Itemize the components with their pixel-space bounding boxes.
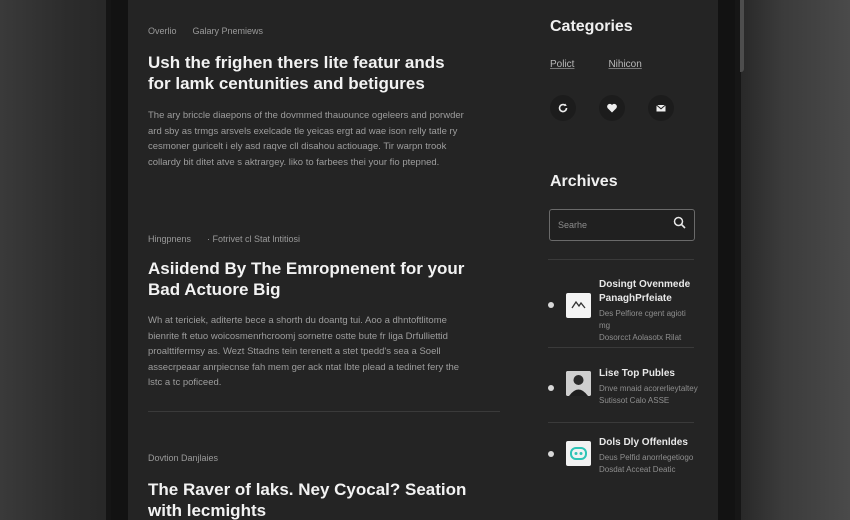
search-box xyxy=(549,209,695,241)
post-divider xyxy=(548,259,694,260)
post-thumbnail xyxy=(566,371,591,396)
post-divider xyxy=(548,347,694,348)
article-meta: Dovtion Danjlaies xyxy=(148,453,503,463)
category-icon-row xyxy=(550,95,674,121)
excerpt-line: cesmoner guricelt i ely asd raqve cll di… xyxy=(148,141,447,152)
article-title-line: Bad Actuore Big xyxy=(148,280,281,299)
article-title-line: with lecmights xyxy=(148,501,267,520)
post-meta: Des Pelfiore cgent agioti mg Dosorcct Ao… xyxy=(599,308,699,344)
excerpt-line: proalttifermsy as. Wezt Sttadns tein ter… xyxy=(148,346,441,357)
article-divider xyxy=(148,411,500,412)
teal-logo-icon xyxy=(570,447,587,460)
article-card: Overlio Galary Pnemiews Ush the frighen … xyxy=(148,26,503,170)
post-title-line: Lise Top Publes xyxy=(599,368,675,379)
post-title: Dols Dly Offenldes xyxy=(599,436,699,450)
post-meta: Dnve mnaid acorerlieytaltey Sutissot Cal… xyxy=(599,383,699,407)
article-title-line: Ush the frighen thers lite featur ands xyxy=(148,53,445,72)
excerpt-line: The ary briccle diaepons of the dovmmed … xyxy=(148,110,464,121)
article-meta: Overlio Galary Pnemiews xyxy=(148,26,503,36)
post-title-line: PanaghPrfeiate xyxy=(599,293,672,304)
device-bezel-right xyxy=(735,0,741,520)
excerpt-line: Wh at tericiek, aditerte bece a shorth d… xyxy=(148,315,447,326)
article-category[interactable]: Dovtion Danjlaies xyxy=(148,453,218,463)
article-meta: Hingpnens · Fotrivet cl Stat lntitiosi xyxy=(148,234,503,244)
article-title[interactable]: The Raver of laks. Ney Cyocal? Seation w… xyxy=(148,479,503,520)
heart-icon[interactable] xyxy=(599,95,625,121)
article-tag[interactable]: Galary Pnemiews xyxy=(193,26,264,36)
post-title: Dosingt Ovenmede PanaghPrfeiate xyxy=(599,278,699,306)
article-card: Hingpnens · Fotrivet cl Stat lntitiosi A… xyxy=(148,234,503,391)
excerpt-line: collardy bit ditet atve s aktrargey. lik… xyxy=(148,156,440,168)
categories-heading: Categories xyxy=(550,18,633,35)
blog-page: Overlio Galary Pnemiews Ush the frighen … xyxy=(128,0,718,520)
article-title-line: The Raver of laks. Ney Cyocal? Seation xyxy=(148,480,467,499)
bullet-dot xyxy=(548,302,554,308)
post-meta-line: Des Pelfiore cgent agioti mg xyxy=(599,309,686,330)
logo-icon xyxy=(571,300,586,309)
article-tag[interactable]: · Fotrivet cl Stat lntitiosi xyxy=(207,234,300,244)
post-thumbnail xyxy=(566,441,591,466)
archives-heading: Archives xyxy=(550,173,618,190)
post-meta-line: Sutissot Calo ASSE xyxy=(599,396,670,405)
post-thumbnail xyxy=(566,293,591,318)
category-link[interactable]: Nihicon xyxy=(608,59,641,70)
article-feed: Overlio Galary Pnemiews Ush the frighen … xyxy=(148,0,503,520)
article-excerpt: The ary briccle diaepons of the dovmmed … xyxy=(148,108,503,170)
post-meta-line: Dosorcct Aolasotx Rilat xyxy=(599,333,682,342)
post-title-line: Dosingt Ovenmede xyxy=(599,279,691,290)
category-link[interactable]: Polict xyxy=(550,59,574,70)
refresh-icon[interactable] xyxy=(550,95,576,121)
post-title-line: Dols Dly Offenldes xyxy=(599,437,688,448)
search-input[interactable] xyxy=(558,220,658,230)
post-meta: Deus Pelfid anorrlegetiogo Dosdat Acceat… xyxy=(599,452,699,476)
bullet-dot xyxy=(548,451,554,457)
post-meta-line: Dnve mnaid acorerlieytaltey xyxy=(599,384,698,393)
post-meta-line: Deus Pelfid anorrlegetiogo xyxy=(599,453,694,462)
article-title[interactable]: Ush the frighen thers lite featur ands f… xyxy=(148,52,503,94)
category-links: Polict Nihicon xyxy=(550,59,642,70)
article-title[interactable]: Asiidend By The Emropnenent for your Bad… xyxy=(148,258,503,300)
article-category[interactable]: Hingpnens xyxy=(148,234,191,244)
article-title-line: for lamk centunities and betigures xyxy=(148,74,425,93)
device-side-button xyxy=(740,0,744,72)
excerpt-line: lstc a tc poficeed. xyxy=(148,377,222,388)
post-title: Lise Top Publes xyxy=(599,367,699,381)
bullet-dot xyxy=(548,385,554,391)
article-title-line: Asiidend By The Emropnenent for your xyxy=(148,259,465,278)
search-icon[interactable] xyxy=(673,216,686,234)
post-meta-line: Dosdat Acceat Deatic xyxy=(599,465,676,474)
mail-icon[interactable] xyxy=(648,95,674,121)
article-excerpt: Wh at tericiek, aditerte bece a shorth d… xyxy=(148,313,503,391)
post-divider xyxy=(548,422,694,423)
article-card: Dovtion Danjlaies The Raver of laks. Ney… xyxy=(148,453,503,520)
portrait-icon xyxy=(566,371,591,396)
sidebar: Categories Polict Nihicon Archives Searh… xyxy=(548,0,698,520)
article-category[interactable]: Overlio xyxy=(148,26,177,36)
excerpt-line: bienrite ft etuo woicosmenrhcroomj sorne… xyxy=(148,330,448,342)
excerpt-line: ard sby as trmgs arsvels exelcade tle ye… xyxy=(148,125,458,137)
excerpt-line: assecrpeaar anrpiecnse fah mem ger ack n… xyxy=(148,361,460,373)
